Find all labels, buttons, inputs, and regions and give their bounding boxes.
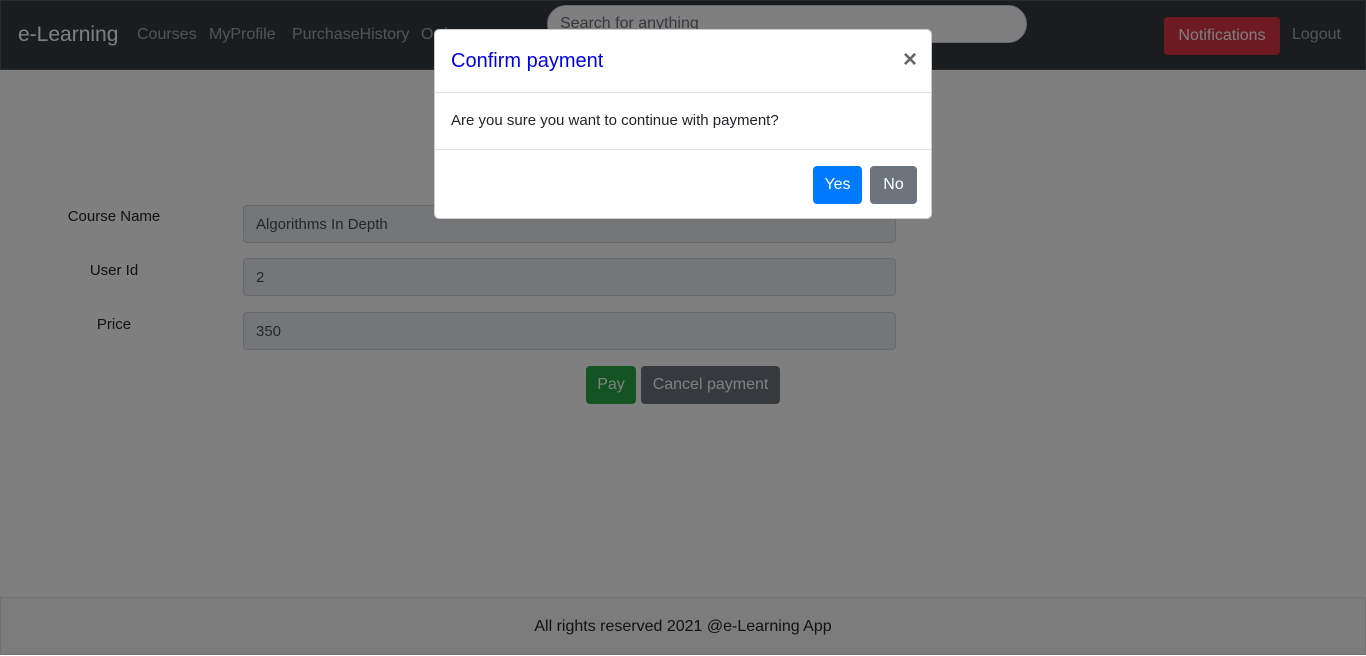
modal-header: Confirm payment × [435, 30, 931, 93]
close-icon[interactable]: × [903, 46, 917, 74]
confirm-payment-modal: Confirm payment × Are you sure you want … [434, 29, 932, 219]
yes-button[interactable]: Yes [813, 166, 862, 204]
modal-body-text: Are you sure you want to continue with p… [451, 112, 779, 129]
modal-footer: Yes No [435, 149, 931, 220]
no-button[interactable]: No [870, 166, 917, 204]
modal-title: Confirm payment [451, 50, 604, 72]
